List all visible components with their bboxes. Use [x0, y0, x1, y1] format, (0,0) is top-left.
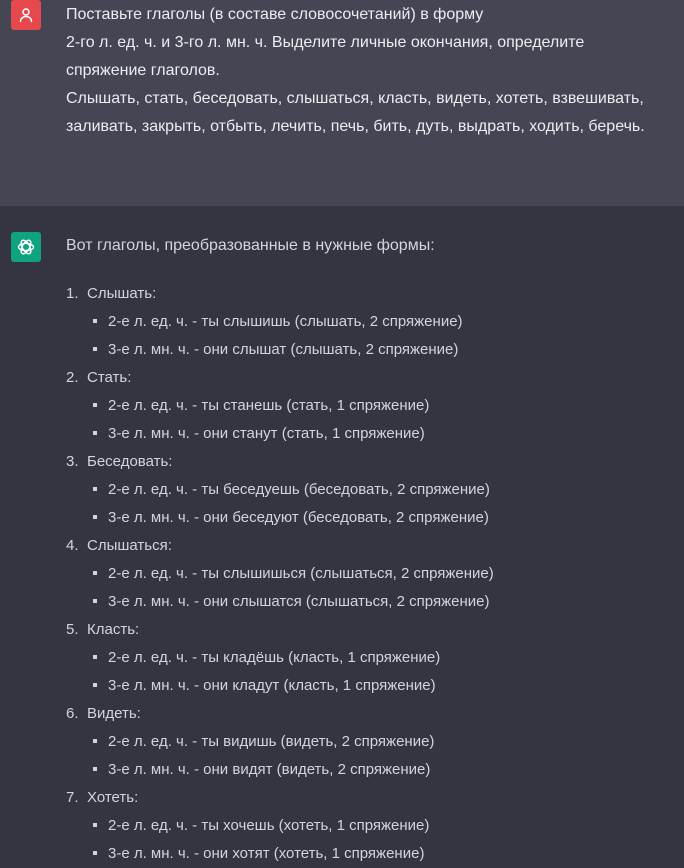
user-icon	[19, 8, 33, 23]
form-text: 2-е л. ед. ч. - ты видишь (видеть, 2 спр…	[108, 733, 435, 750]
openai-logo-icon	[17, 239, 35, 255]
form-text: 3-е л. мн. ч. - они станут (стать, 1 спр…	[108, 425, 425, 442]
verb-name: Слышать:	[87, 285, 157, 302]
bullet-icon	[93, 431, 97, 435]
form-text: 3-е л. мн. ч. - они кладут (класть, 1 сп…	[108, 677, 436, 694]
user-line: спряжение глаголов.	[66, 62, 220, 79]
bullet-icon	[93, 823, 97, 827]
verb-name: Хотеть:	[87, 789, 139, 806]
form-text: 2-е л. ед. ч. - ты кладёшь (класть, 1 сп…	[108, 649, 441, 666]
assistant-avatar	[11, 232, 41, 262]
bullet-icon	[93, 515, 97, 519]
form-text: 2-е л. ед. ч. - ты слышишься (слышаться,…	[108, 565, 494, 582]
verb-name: Видеть:	[87, 705, 141, 722]
form-text: 3-е л. мн. ч. - они слышатся (слышаться,…	[108, 593, 490, 610]
bullet-icon	[93, 487, 97, 491]
list-number: 2.	[66, 369, 79, 386]
form-text: 2-е л. ед. ч. - ты беседуешь (беседовать…	[108, 481, 490, 498]
bullet-icon	[93, 319, 97, 323]
assistant-intro: Вот глаголы, преобразованные в нужные фо…	[66, 237, 435, 254]
user-line: заливать, закрыть, отбыть, лечить, печь,…	[66, 118, 645, 135]
bullet-icon	[93, 403, 97, 407]
bullet-icon	[93, 851, 97, 855]
user-line: Слышать, стать, беседовать, слышаться, к…	[66, 90, 644, 107]
form-text: 2-е л. ед. ч. - ты станешь (стать, 1 спр…	[108, 397, 430, 414]
user-message-text: Поставьте глаголы (в составе словосочета…	[66, 1, 666, 141]
form-text: 3-е л. мн. ч. - они видят (видеть, 2 спр…	[108, 761, 431, 778]
bullet-icon	[93, 599, 97, 603]
list-number: 1.	[66, 285, 79, 302]
verb-name: Класть:	[87, 621, 140, 638]
bullet-icon	[93, 571, 97, 575]
list-number: 3.	[66, 453, 79, 470]
bullet-icon	[93, 767, 97, 771]
form-text: 3-е л. мн. ч. - они беседуют (беседовать…	[108, 509, 489, 526]
user-line: 2-го л. ед. ч. и 3-го л. мн. ч. Выделите…	[66, 34, 585, 51]
form-text: 2-е л. ед. ч. - ты слышишь (слышать, 2 с…	[108, 313, 463, 330]
form-text: 2-е л. ед. ч. - ты хочешь (хотеть, 1 спр…	[108, 817, 430, 834]
list-number: 4.	[66, 537, 79, 554]
bullet-icon	[93, 347, 97, 351]
list-number: 7.	[66, 789, 79, 806]
bullet-icon	[93, 739, 97, 743]
verb-name: Беседовать:	[87, 453, 173, 470]
assistant-message: Вот глаголы, преобразованные в нужные фо…	[0, 206, 684, 866]
form-text: 3-е л. мн. ч. - они слышат (слышать, 2 с…	[108, 341, 459, 358]
bullet-icon	[93, 655, 97, 659]
verb-name: Стать:	[87, 369, 132, 386]
user-line: Поставьте глаголы (в составе словосочета…	[66, 6, 484, 23]
user-avatar	[11, 0, 41, 30]
user-message: Поставьте глаголы (в составе словосочета…	[0, 0, 684, 206]
list-number: 5.	[66, 621, 79, 638]
bullet-icon	[93, 683, 97, 687]
list-number: 6.	[66, 705, 79, 722]
form-text: 3-е л. мн. ч. - они хотят (хотеть, 1 спр…	[108, 845, 425, 862]
verb-name: Слышаться:	[87, 537, 172, 554]
